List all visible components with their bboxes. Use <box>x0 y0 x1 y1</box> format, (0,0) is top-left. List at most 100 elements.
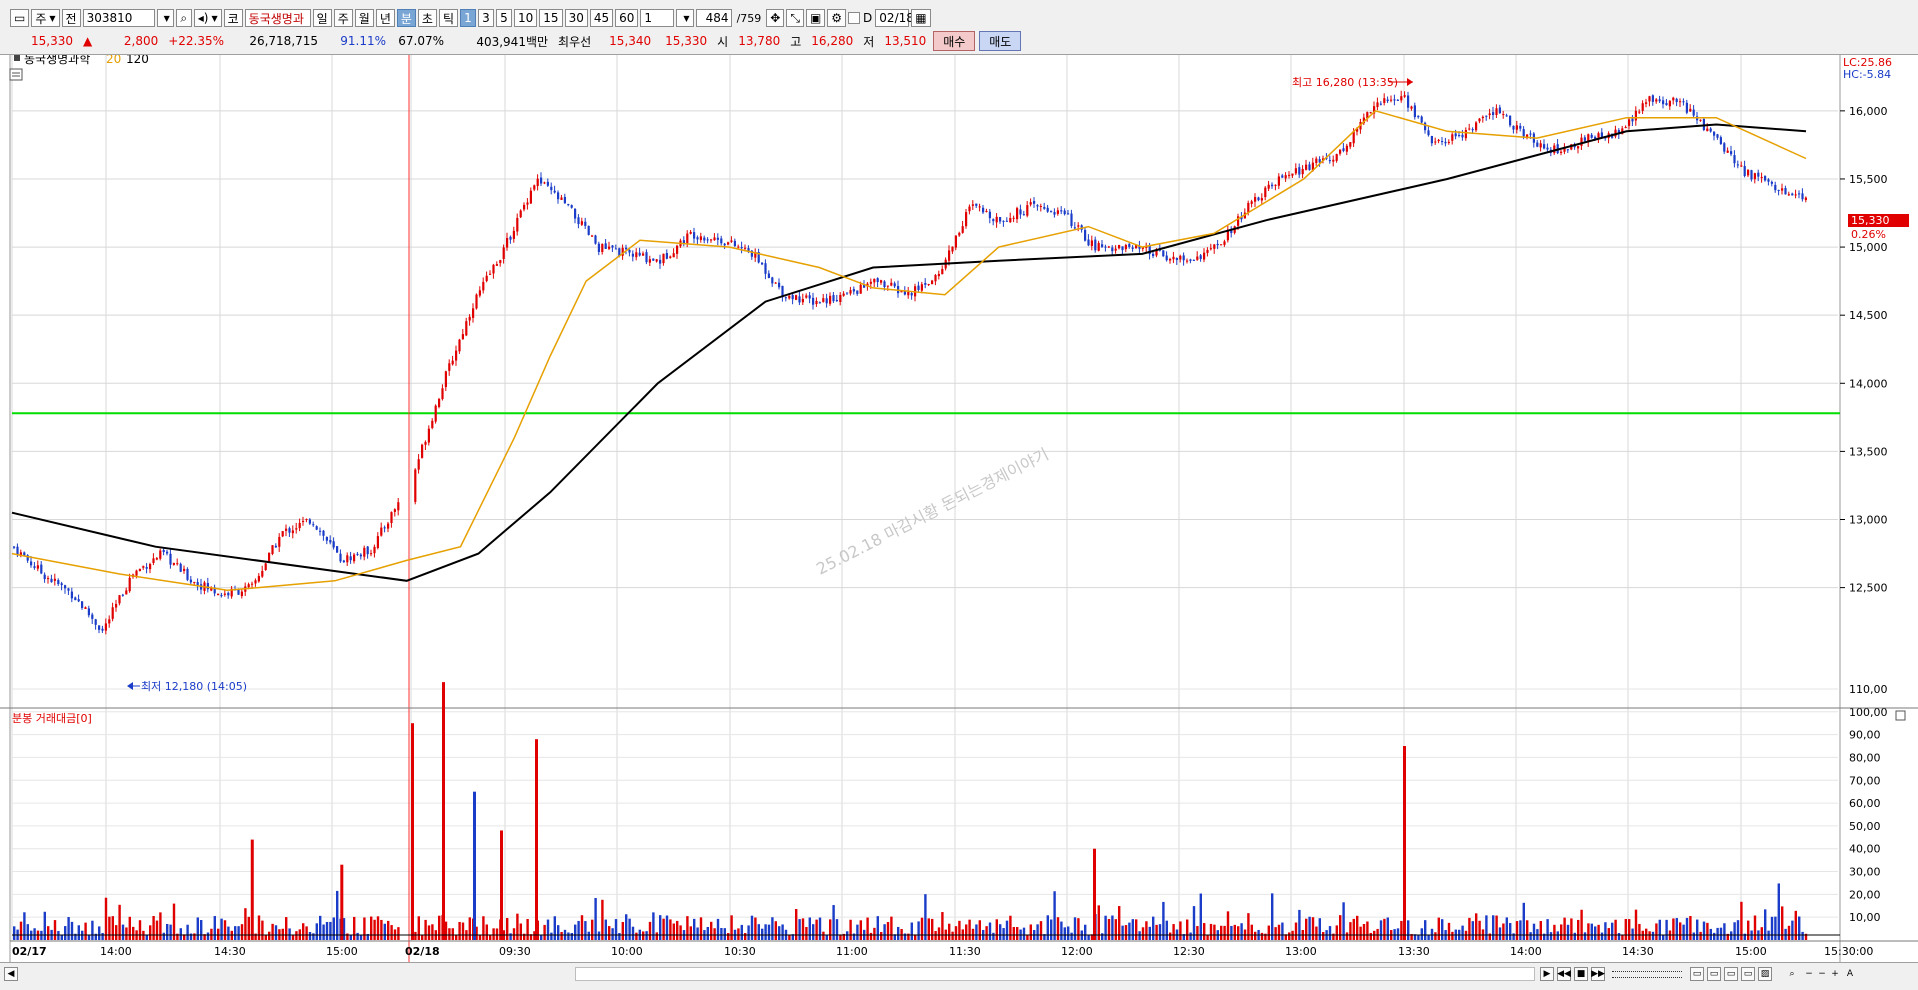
zoom-in-icon[interactable]: + <box>1828 967 1842 981</box>
calendar-icon[interactable]: ▦ <box>911 9 931 27</box>
chart-frame[interactable]: 동국생명과학 20 120 LC:25.86 HC:-5.84 25.02.18… <box>0 52 1918 989</box>
scroll-bar[interactable]: ◀ ▶ ◀◀ ■ ▶▶ ▭ ▭ ▭ ▭ ▨ ⌕ − − + A <box>0 962 1918 990</box>
volume-bar <box>1614 919 1617 940</box>
stock-code-input[interactable]: 303810 <box>82 9 155 27</box>
volume-bar <box>1356 915 1359 940</box>
trend-icon[interactable]: ⤡ <box>786 9 804 27</box>
volume-bar <box>1315 926 1318 940</box>
candle-body <box>856 290 859 294</box>
multiplier-dropdown[interactable]: ▼ <box>676 9 694 27</box>
period-day[interactable]: 일 <box>312 9 332 27</box>
period-minute[interactable]: 분 <box>396 9 416 27</box>
volume-bar <box>1060 921 1063 940</box>
candle-body <box>1655 99 1658 102</box>
interval-5[interactable]: 5 <box>496 9 512 27</box>
interval-3[interactable]: 3 <box>478 9 494 27</box>
stock-chart[interactable]: 동국생명과학 20 120 LC:25.86 HC:-5.84 25.02.18… <box>0 52 1918 962</box>
volume-bar <box>1624 918 1627 940</box>
candle-body <box>465 321 468 336</box>
zoom-out-icon[interactable]: − <box>1802 967 1816 981</box>
expand-icon[interactable]: ▭ <box>1707 967 1721 981</box>
volume-bar <box>138 920 142 940</box>
interval-10[interactable]: 10 <box>514 9 538 27</box>
stop-icon[interactable]: ■ <box>1574 967 1588 981</box>
hatch-icon[interactable]: ▨ <box>1758 967 1772 981</box>
panel-menu-icon[interactable] <box>9 68 23 81</box>
volume-bar <box>70 921 74 940</box>
zoom-icon[interactable]: ⌕ <box>1785 967 1799 981</box>
candle-body <box>1784 188 1787 195</box>
candle-body <box>155 558 158 560</box>
candle-body <box>36 565 39 569</box>
sell-button[interactable]: 매도 <box>979 31 1022 51</box>
candle-body <box>193 581 196 583</box>
range-button[interactable]: 전 <box>61 9 81 27</box>
volume-bar <box>625 914 628 940</box>
quote-bid: 15,330 <box>665 34 708 48</box>
scroll-left-icon[interactable]: ◀ <box>4 967 18 981</box>
bar-count-input[interactable]: 484 <box>695 9 732 27</box>
interval-60[interactable]: 60 <box>615 9 639 27</box>
save-icon[interactable]: ▣ <box>805 9 826 27</box>
fit-icon[interactable]: ▭ <box>1741 967 1755 981</box>
date-input[interactable]: 02/18 <box>875 9 914 27</box>
buy-button[interactable]: 매수 <box>933 31 976 51</box>
candle-body <box>227 592 230 596</box>
volume-bar <box>693 918 696 940</box>
zoom-track[interactable] <box>1612 971 1682 978</box>
scroll-right-icon[interactable]: ▶ <box>1540 967 1554 981</box>
period-year[interactable]: 년 <box>375 9 395 27</box>
candle-body <box>771 277 774 284</box>
stock-name-field[interactable]: 동국생명과 <box>244 9 311 27</box>
candle-body <box>1056 210 1059 214</box>
volume-bar <box>628 918 631 940</box>
volume-bar <box>1736 920 1740 940</box>
candle-body <box>115 603 118 608</box>
sound-icon[interactable]: ◂) ▼ <box>193 9 222 27</box>
volume-bar <box>1046 915 1049 940</box>
gear-icon[interactable]: ⚙ <box>827 9 847 27</box>
interval-1[interactable]: 1 <box>460 9 476 27</box>
interval-15[interactable]: 15 <box>539 9 563 27</box>
panel-icon[interactable]: ▭ <box>1724 967 1738 981</box>
layout-icon[interactable]: ▭ <box>10 9 30 27</box>
candle-body <box>686 233 689 244</box>
candle-body <box>1566 149 1569 151</box>
panel-close-icon[interactable] <box>1895 710 1906 721</box>
candle-body <box>1070 213 1073 227</box>
volume-peak-bar <box>340 864 344 940</box>
candle-body <box>1257 197 1260 201</box>
candle-body <box>67 588 70 591</box>
interval-30[interactable]: 30 <box>564 9 588 27</box>
rewind-icon[interactable]: ◀◀ <box>1557 967 1571 981</box>
minus-icon[interactable]: − <box>1815 967 1829 981</box>
auto-scale-icon[interactable]: A <box>1843 967 1857 981</box>
period-tick[interactable]: 틱 <box>438 9 458 27</box>
candle-body <box>529 190 532 204</box>
code-dropdown[interactable]: ▼ <box>156 9 174 27</box>
period-month[interactable]: 월 <box>354 9 374 27</box>
period-week[interactable]: 주 <box>333 9 353 27</box>
crosshair-icon[interactable]: ✥ <box>766 9 785 27</box>
candle-body <box>1798 193 1801 195</box>
multiplier-input[interactable]: 1 <box>640 9 675 27</box>
volume-bar <box>359 935 363 940</box>
interval-45[interactable]: 45 <box>589 9 614 27</box>
candle-body <box>312 524 315 526</box>
volume-bar <box>846 931 849 940</box>
search-icon[interactable]: ⌕ <box>175 9 192 27</box>
collapse-icon[interactable]: ▭ <box>1690 967 1704 981</box>
code-label[interactable]: 코 <box>223 9 243 27</box>
volume-bar <box>1138 931 1141 940</box>
candle-body <box>1760 176 1763 178</box>
fast-forward-icon[interactable]: ▶▶ <box>1591 967 1605 981</box>
volume-tick-label: 50,00 <box>1849 820 1881 833</box>
volume-bar <box>1441 919 1444 940</box>
volume-bar <box>329 921 332 940</box>
mode-select[interactable]: 주 ▼ <box>31 9 60 27</box>
period-second[interactable]: 초 <box>417 9 437 27</box>
scroll-thumb[interactable] <box>575 967 1535 981</box>
volume-bar <box>512 928 516 940</box>
candle-body <box>217 594 220 596</box>
date-checkbox[interactable] <box>848 12 861 24</box>
